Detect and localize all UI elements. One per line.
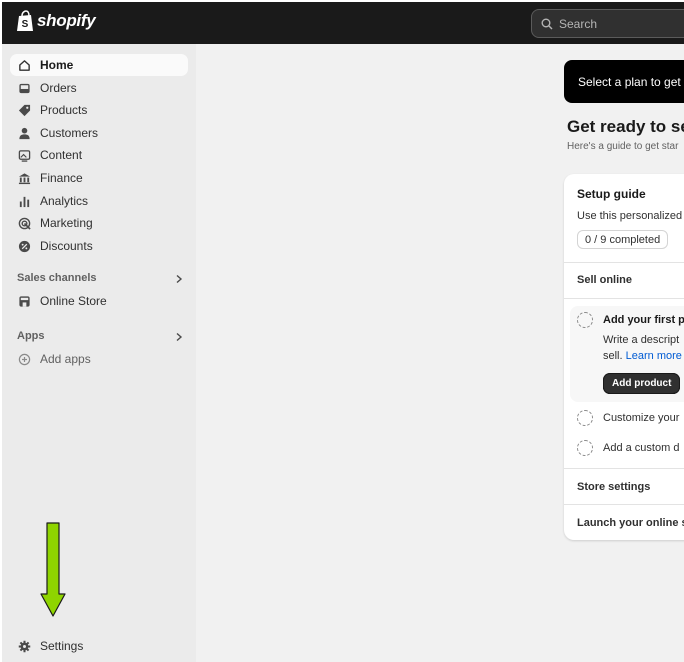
sidebar-item-settings[interactable]: Settings: [10, 635, 188, 657]
search-bar[interactable]: [531, 9, 684, 38]
add-product-button[interactable]: Add product: [603, 373, 681, 394]
page-subtitle: Here's a guide to get star: [567, 141, 679, 152]
sidebar-item-label: Settings: [40, 639, 84, 653]
incomplete-circle-icon[interactable]: [577, 312, 593, 328]
sidebar-item-label: Discounts: [40, 239, 93, 253]
target-icon: [18, 217, 31, 230]
search-input[interactable]: [559, 16, 679, 31]
store-icon: [19, 295, 30, 307]
sidebar-item-online-store[interactable]: Online Store: [10, 290, 188, 312]
bank-icon: [18, 172, 31, 184]
divider: [564, 298, 684, 299]
home-icon: [19, 59, 30, 71]
annotation-arrow-down-icon: [40, 522, 66, 617]
sell-online-section[interactable]: Sell online: [577, 274, 632, 286]
task-add-product-desc: Write a descript: [603, 334, 680, 346]
plan-banner[interactable]: Select a plan to get y: [564, 60, 684, 103]
sidebar-item-home[interactable]: Home: [10, 54, 188, 76]
chevron-right-icon[interactable]: [174, 274, 184, 284]
apps-heading[interactable]: Apps: [17, 330, 45, 342]
task-add-product-desc-2: sell. Learn more: [603, 348, 682, 364]
svg-text:S: S: [22, 19, 29, 30]
sidebar-item-finance[interactable]: Finance: [10, 167, 188, 189]
task-add-custom-domain[interactable]: Add a custom d: [603, 442, 679, 454]
sidebar-item-analytics[interactable]: Analytics: [10, 190, 188, 212]
sidebar-item-products[interactable]: Products: [10, 99, 188, 121]
task-customize-store[interactable]: Customize your: [603, 412, 679, 424]
sales-channels-heading[interactable]: Sales channels: [17, 272, 97, 284]
sidebar-item-label: Finance: [40, 171, 83, 185]
store-settings-section[interactable]: Store settings: [577, 481, 650, 493]
progress-badge: 0 / 9 completed: [577, 230, 669, 249]
plan-banner-text: Select a plan to get y: [578, 74, 684, 89]
divider: [564, 468, 684, 469]
shopify-bag-icon: S: [17, 10, 33, 31]
page-title: Get ready to se: [567, 117, 684, 136]
sidebar: Home Orders Products Customers Content F…: [0, 44, 196, 662]
top-bar: S shopify: [0, 0, 684, 44]
launch-store-section[interactable]: Launch your online s: [577, 517, 684, 529]
shopify-logo[interactable]: S shopify: [16, 10, 96, 32]
image-icon: [18, 149, 31, 162]
setup-guide-card: Setup guide Use this personalized 0 / 9 …: [564, 174, 684, 540]
inbox-icon: [19, 83, 30, 93]
setup-guide-title: Setup guide: [577, 187, 646, 201]
bar-chart-icon: [19, 196, 30, 207]
learn-more-link[interactable]: Learn more: [626, 350, 682, 362]
brand-name: shopify: [37, 11, 96, 30]
sidebar-item-discounts[interactable]: Discounts: [10, 235, 188, 257]
sidebar-item-label: Products: [40, 103, 88, 117]
sidebar-item-customers[interactable]: Customers: [10, 122, 188, 144]
task-add-product-title[interactable]: Add your first p: [603, 314, 684, 326]
incomplete-circle-icon[interactable]: [577, 440, 593, 456]
sidebar-item-content[interactable]: Content: [10, 144, 188, 166]
task-desc-prefix: sell.: [603, 350, 623, 362]
divider: [564, 504, 684, 505]
plus-circle-icon: [18, 353, 31, 365]
incomplete-circle-icon[interactable]: [577, 410, 593, 426]
sidebar-item-label: Content: [40, 148, 83, 162]
main-content: Select a plan to get y Get ready to se H…: [196, 44, 684, 662]
discount-icon: [18, 240, 31, 252]
sidebar-item-label: Online Store: [40, 294, 107, 308]
sidebar-item-label: Orders: [40, 81, 77, 95]
person-icon: [19, 127, 30, 139]
sidebar-item-label: Home: [40, 58, 74, 72]
sidebar-item-marketing[interactable]: Marketing: [10, 212, 188, 234]
sidebar-item-add-apps[interactable]: Add apps: [10, 348, 188, 370]
sidebar-item-label: Customers: [40, 126, 99, 140]
divider: [564, 262, 684, 263]
search-icon: [541, 18, 553, 29]
sidebar-item-label: Add apps: [40, 352, 91, 366]
gear-icon: [18, 640, 31, 652]
sidebar-item-orders[interactable]: Orders: [10, 77, 188, 99]
sidebar-item-label: Marketing: [40, 216, 93, 230]
sidebar-item-label: Analytics: [40, 194, 89, 208]
tag-icon: [18, 104, 31, 116]
chevron-right-icon[interactable]: [174, 332, 184, 342]
setup-guide-description: Use this personalized: [577, 210, 683, 222]
